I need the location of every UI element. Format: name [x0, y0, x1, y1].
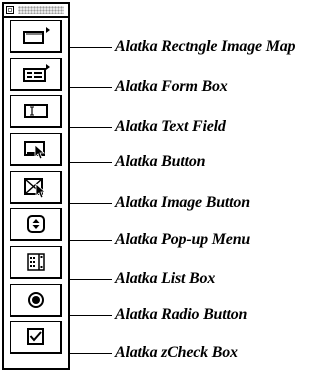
popup-menu-icon [26, 215, 45, 233]
leader-line [70, 239, 112, 241]
leader-line [70, 161, 112, 163]
leader-line [70, 202, 112, 204]
radio-button-icon [27, 292, 44, 308]
leader-line [70, 46, 112, 48]
button-icon [23, 141, 45, 160]
list-box-icon [26, 253, 45, 271]
tool-text-field[interactable] [10, 95, 62, 128]
callout-check-box: Alatka zCheck Box [70, 343, 238, 363]
tool-rectangle-image-map[interactable] [10, 20, 62, 53]
close-box-icon[interactable] [6, 6, 14, 14]
leader-line [70, 352, 112, 354]
tool-label: Alatka Form Box [115, 78, 228, 95]
tool-button[interactable] [10, 133, 62, 166]
leader-line [70, 314, 112, 316]
rectangle-image-map-icon [22, 27, 50, 44]
callout-radio-button: Alatka Radio Button [70, 305, 247, 325]
leader-line [70, 86, 112, 88]
tool-popup-menu[interactable] [10, 208, 62, 241]
drag-grip[interactable] [18, 6, 64, 14]
callout-button: Alatka Button [70, 152, 206, 172]
tool-image-button[interactable] [10, 171, 62, 204]
callout-list-box: Alatka List Box [70, 269, 215, 289]
tool-label: Alatka Radio Button [115, 306, 248, 323]
tool-form-box[interactable] [10, 58, 62, 91]
check-box-icon [26, 328, 44, 345]
callout-rectangle-image-map: Alatka Rectngle Image Map [70, 37, 296, 57]
tool-list-box[interactable] [10, 246, 62, 279]
leader-line [70, 126, 112, 128]
tool-label: Alatka Button [115, 153, 206, 170]
leader-line [70, 278, 112, 280]
tool-label: Alatka Image Button [115, 194, 250, 211]
callout-text-field: Alatka Text Field [70, 117, 226, 137]
tool-palette [2, 2, 70, 370]
tool-label: Alatka Rectngle Image Map [115, 38, 296, 55]
callout-form-box: Alatka Form Box [70, 77, 228, 97]
palette-title-bar[interactable] [4, 4, 68, 18]
tool-label: Alatka Pop-up Menu [115, 231, 251, 248]
callout-image-button: Alatka Image Button [70, 193, 250, 213]
image-button-icon [23, 178, 46, 198]
tool-label: Alatka zCheck Box [115, 344, 238, 361]
tool-check-box[interactable] [10, 321, 62, 354]
text-field-icon [23, 104, 48, 118]
form-box-icon [22, 64, 50, 82]
tool-label: Alatka List Box [115, 270, 216, 287]
tool-radio-button[interactable] [10, 284, 62, 317]
tool-label: Alatka Text Field [115, 118, 226, 135]
callout-popup-menu: Alatka Pop-up Menu [70, 230, 250, 250]
